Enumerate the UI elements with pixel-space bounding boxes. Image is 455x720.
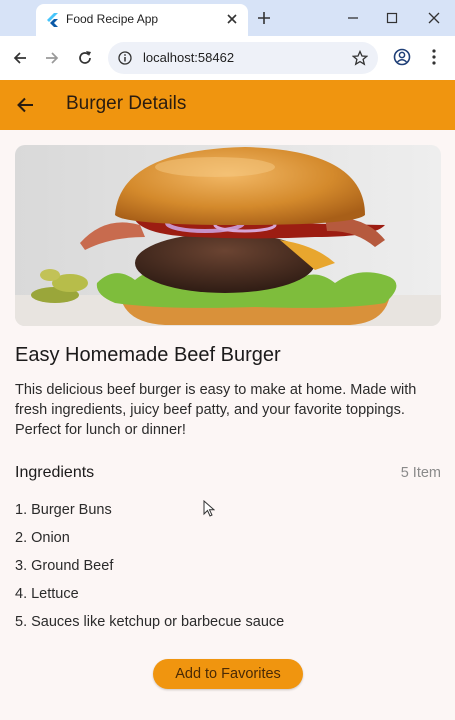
ingredient-item: 2. Onion <box>15 530 70 546</box>
ingredient-item: 4. Lettuce <box>15 586 79 602</box>
app-bar: Burger Details <box>0 80 455 130</box>
flutter-icon <box>47 13 58 27</box>
browser-tab-bar: Food Recipe App <box>0 0 455 36</box>
address-bar[interactable]: localhost:58462 <box>108 42 378 74</box>
ingredients-count: 5 Item <box>400 465 441 481</box>
browser-toolbar: localhost:58462 <box>0 36 455 80</box>
ingredient-item: 1. Burger Buns <box>15 502 112 518</box>
close-window-icon[interactable] <box>426 10 442 26</box>
kebab-menu-icon[interactable] <box>428 48 440 66</box>
mouse-cursor-icon <box>203 500 215 517</box>
reload-icon[interactable] <box>76 49 94 67</box>
ingredient-item: 5. Sauces like ketchup or barbecue sauce <box>15 614 285 630</box>
arrow-right-icon[interactable] <box>43 49 61 67</box>
profile-icon[interactable] <box>393 48 411 66</box>
maximize-icon[interactable] <box>384 10 400 26</box>
burger-illustration <box>15 145 441 326</box>
ingredients-list: 1. Burger Buns 2. Onion 3. Ground Beef 4… <box>15 500 284 640</box>
ingredient-item: 3. Ground Beef <box>15 558 114 574</box>
minimize-icon[interactable] <box>345 10 361 26</box>
page-title: Burger Details <box>66 93 187 114</box>
recipe-description: This delicious beef burger is easy to ma… <box>15 382 417 438</box>
arrow-back-icon[interactable] <box>15 94 37 116</box>
ingredients-heading: Ingredients <box>15 464 95 481</box>
arrow-left-icon[interactable] <box>11 49 29 67</box>
burger-photo <box>15 145 441 326</box>
browser-tab[interactable]: Food Recipe App <box>36 4 248 36</box>
plus-icon[interactable] <box>256 10 272 26</box>
recipe-title: Easy Homemade Beef Burger <box>15 344 281 366</box>
url-text[interactable]: localhost:58462 <box>143 50 234 65</box>
star-icon[interactable] <box>352 50 368 66</box>
info-icon[interactable] <box>118 51 132 65</box>
tab-title: Food Recipe App <box>66 12 159 26</box>
add-to-favorites-button[interactable]: Add to Favorites <box>153 659 303 689</box>
close-tab-icon[interactable] <box>224 11 240 27</box>
